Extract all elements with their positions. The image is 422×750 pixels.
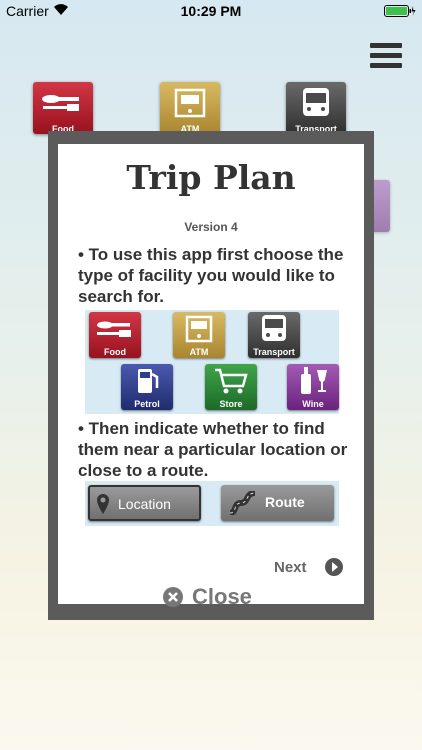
location-button-label: Location [118, 496, 171, 512]
bg-atm-tile[interactable]: ATM [160, 82, 220, 134]
shopping-cart-icon [215, 368, 248, 394]
next-button-label: Next [274, 559, 307, 576]
facility-atm-label: ATM [189, 347, 209, 357]
bg-transport-tile[interactable]: Transport [286, 82, 346, 134]
hamburger-icon-line [370, 43, 402, 48]
clock: 10:29 PM [180, 3, 242, 19]
facility-wine: Wine [287, 364, 339, 410]
facility-store: Store [205, 364, 257, 410]
hamburger-icon-line [370, 53, 402, 58]
route-button-label: Route [265, 494, 305, 510]
instruction-text-2: • Then indicate whether to find them nea… [78, 419, 348, 480]
road-icon [227, 490, 257, 518]
arrow-right-circle-icon [324, 557, 344, 581]
fork-knife-icon [42, 95, 79, 111]
help-dialog: Trip Plan Version 4 • To use this app fi… [48, 131, 374, 620]
bus-icon [262, 315, 286, 341]
facility-atm: ATM [173, 312, 225, 358]
fuel-pump-icon [138, 369, 159, 393]
location-button-example: Location [88, 485, 201, 521]
instruction-text-1: • To use this app first choose the type … [78, 245, 344, 306]
hamburger-icon-line [370, 63, 402, 68]
facility-example-grid: Food ATM Transport Petrol Store Wine [85, 310, 339, 414]
facility-wine-label: Wine [302, 399, 324, 409]
facility-food-label: Food [104, 347, 126, 357]
map-pin-icon [96, 493, 110, 518]
facility-transport-label: Transport [253, 347, 295, 357]
dialog-title: Trip Plan [126, 158, 296, 197]
bg-food-tile[interactable]: Food [33, 82, 93, 134]
menu-button[interactable] [370, 43, 402, 69]
route-button-example: Route [221, 485, 334, 521]
version-label: Version 4 [184, 220, 238, 234]
atm-icon [185, 315, 213, 343]
facility-food: Food [89, 312, 141, 358]
help-card: Trip Plan Version 4 • To use this app fi… [58, 144, 364, 609]
status-bar: Carrier 10:29 PM [0, 0, 422, 22]
close-button-label: Close [192, 584, 252, 609]
facility-transport: Transport [248, 312, 300, 358]
battery-icon [384, 4, 416, 20]
wine-bottle-icon [301, 367, 327, 394]
facility-petrol: Petrol [121, 364, 173, 410]
facility-store-label: Store [219, 399, 243, 409]
facility-petrol-label: Petrol [134, 399, 160, 409]
bus-icon [303, 88, 329, 116]
close-circle-icon [162, 586, 184, 614]
fork-knife-icon [97, 321, 131, 337]
atm-icon [174, 88, 206, 118]
search-mode-example: Location Route [85, 481, 339, 526]
